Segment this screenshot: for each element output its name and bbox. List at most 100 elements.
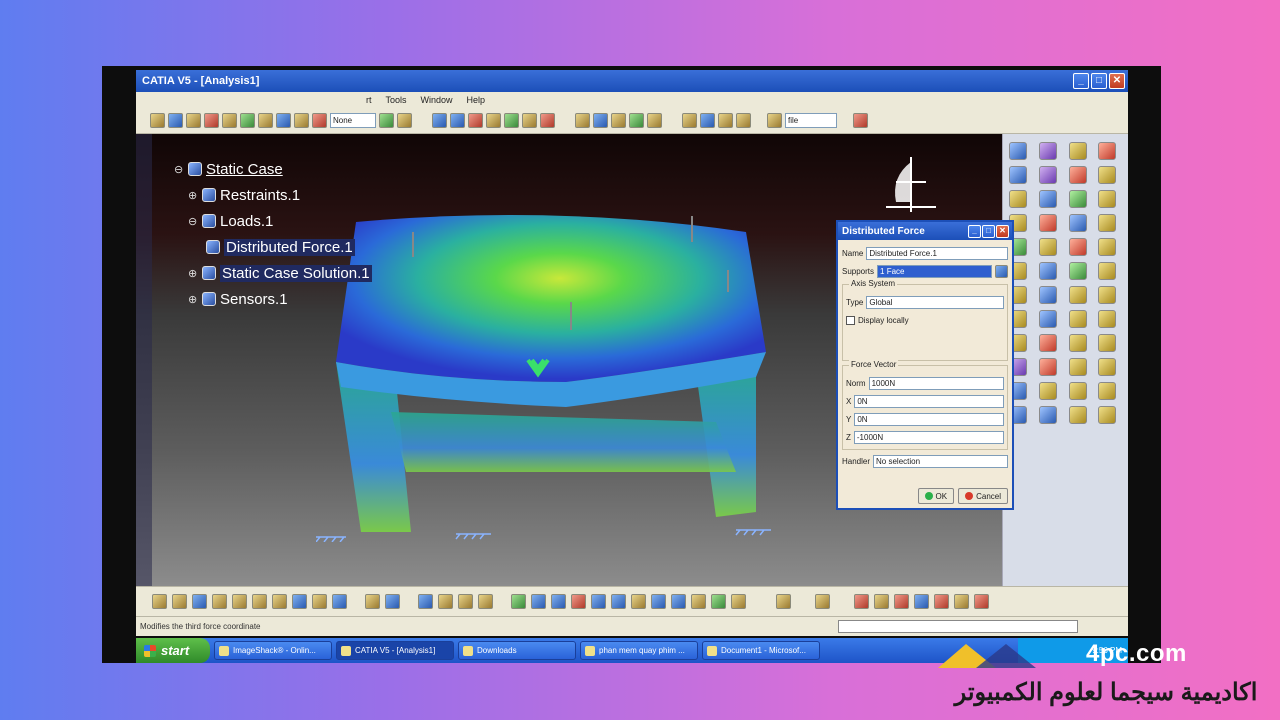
folder-icon[interactable] (767, 113, 782, 128)
tool-icon[interactable] (150, 113, 165, 128)
dialog-maximize-button[interactable]: □ (982, 224, 995, 238)
tool-icon[interactable] (385, 594, 400, 609)
paste-icon[interactable] (272, 594, 287, 609)
zoom-in-icon[interactable] (591, 594, 606, 609)
tool-icon[interactable] (1038, 190, 1057, 208)
tool-icon[interactable] (1098, 334, 1117, 352)
norm-field[interactable]: 1000N (868, 376, 1004, 390)
tool-icon[interactable] (1009, 166, 1027, 184)
tool-icon[interactable] (631, 594, 646, 609)
tool-icon[interactable] (276, 113, 291, 128)
task-recorder[interactable]: phan mem quay phim ... (580, 641, 698, 660)
tool-icon[interactable] (974, 594, 989, 609)
tool-icon[interactable] (1038, 358, 1057, 376)
new-icon[interactable] (152, 594, 167, 609)
tool-icon[interactable] (700, 113, 715, 128)
tool-icon[interactable] (1068, 334, 1087, 352)
tool-icon[interactable] (418, 594, 433, 609)
tool-icon[interactable] (468, 113, 483, 128)
save-icon[interactable] (192, 594, 207, 609)
tool-icon[interactable] (1068, 262, 1087, 280)
tool-icon[interactable] (711, 594, 726, 609)
tool-icon[interactable] (1068, 310, 1087, 328)
tool-icon[interactable] (731, 594, 746, 609)
tool-icon[interactable] (1098, 142, 1117, 160)
tool-icon[interactable] (954, 594, 969, 609)
tool-icon[interactable] (312, 113, 327, 128)
tool-icon[interactable] (671, 594, 686, 609)
tool-icon[interactable] (1098, 286, 1117, 304)
menu-window[interactable]: Window (421, 95, 453, 105)
start-button[interactable]: start (136, 638, 210, 663)
tool-icon[interactable] (1038, 142, 1057, 160)
handler-field[interactable]: No selection (873, 454, 1008, 468)
tool-icon[interactable] (1068, 190, 1087, 208)
tool-icon[interactable] (522, 113, 537, 128)
tool-icon[interactable] (854, 594, 869, 609)
tool-icon[interactable] (458, 594, 473, 609)
tool-icon[interactable] (1068, 142, 1087, 160)
close-button[interactable]: ✕ (1109, 73, 1125, 89)
tool-icon[interactable] (1068, 382, 1087, 400)
tool-icon[interactable] (168, 113, 183, 128)
tool-icon[interactable] (438, 594, 453, 609)
ok-button[interactable]: OK (917, 488, 955, 504)
undo-icon[interactable] (292, 594, 307, 609)
copy-icon[interactable] (252, 594, 267, 609)
file-select[interactable]: file (785, 113, 837, 128)
tool-icon[interactable] (914, 594, 929, 609)
tool-icon[interactable] (1068, 406, 1087, 424)
tool-icon[interactable] (1098, 406, 1117, 424)
cut-icon[interactable] (232, 594, 247, 609)
tool-icon[interactable] (736, 113, 751, 128)
task-catia[interactable]: CATIA V5 - [Analysis1] (336, 641, 454, 660)
tool-icon[interactable] (1038, 238, 1057, 256)
tool-icon[interactable] (1068, 166, 1087, 184)
tool-icon[interactable] (1038, 166, 1057, 184)
tool-icon[interactable] (1098, 310, 1117, 328)
tool-icon[interactable] (540, 113, 555, 128)
command-input[interactable] (838, 620, 1078, 633)
tool-icon[interactable] (1068, 238, 1087, 256)
tool-icon[interactable] (1068, 358, 1087, 376)
dialog-minimize-button[interactable]: _ (968, 224, 981, 238)
tool-icon[interactable] (853, 113, 868, 128)
tool-icon[interactable] (593, 113, 608, 128)
tool-icon[interactable] (874, 594, 889, 609)
display-mode-select[interactable]: None (330, 113, 376, 128)
tree-item-sensors[interactable]: ⊕ Sensors.1 (174, 286, 372, 312)
tool-icon[interactable] (397, 113, 412, 128)
pan-icon[interactable] (551, 594, 566, 609)
expand-icon[interactable]: ⊕ (188, 267, 198, 280)
tool-icon[interactable] (1098, 214, 1117, 232)
tool-icon[interactable] (1038, 334, 1057, 352)
tree-item-restraints[interactable]: ⊕ Restraints.1 (174, 182, 372, 208)
tree-root[interactable]: ⊖ Static Case (174, 156, 372, 182)
tool-icon[interactable] (486, 113, 501, 128)
x-field[interactable]: 0N (854, 394, 1004, 408)
minimize-button[interactable]: _ (1073, 73, 1089, 89)
tool-icon[interactable] (815, 594, 830, 609)
tool-icon[interactable] (575, 113, 590, 128)
menu-insert[interactable]: rt (366, 95, 372, 105)
tool-icon[interactable] (240, 113, 255, 128)
z-field[interactable]: -1000N (853, 430, 1004, 444)
expand-icon[interactable]: ⊖ (188, 215, 198, 228)
tool-icon[interactable] (379, 113, 394, 128)
tool-icon[interactable] (258, 113, 273, 128)
supports-field[interactable]: 1 Face (877, 264, 992, 278)
tool-icon[interactable] (1098, 238, 1117, 256)
pan-icon[interactable] (432, 113, 447, 128)
tool-icon[interactable] (894, 594, 909, 609)
expand-icon[interactable]: ⊕ (188, 293, 198, 306)
rotate-icon[interactable] (571, 594, 586, 609)
compass-icon[interactable] (876, 152, 946, 222)
menu-help[interactable]: Help (467, 95, 486, 105)
tool-icon[interactable] (647, 113, 662, 128)
tool-icon[interactable] (294, 113, 309, 128)
task-downloads[interactable]: Downloads (458, 641, 576, 660)
tool-icon[interactable] (718, 113, 733, 128)
tool-icon[interactable] (629, 113, 644, 128)
tool-icon[interactable] (504, 113, 519, 128)
tool-icon[interactable] (1038, 262, 1057, 280)
